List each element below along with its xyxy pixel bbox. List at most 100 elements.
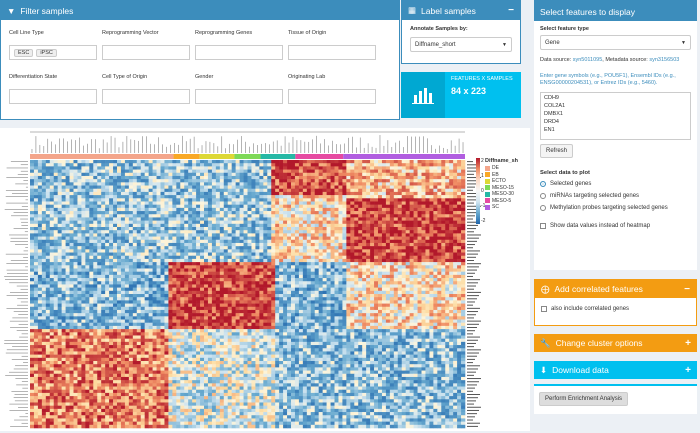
filter-fields: Cell Line Type ESCiPSC Reprogramming Vecto… [1, 20, 399, 120]
filter-field: Originating Lab [288, 74, 376, 104]
filter-field: Gender [195, 74, 283, 104]
correlated-features-header[interactable]: ⨁ Add correlated features − [535, 280, 696, 298]
annotation-segment [234, 154, 260, 159]
legend-swatch [485, 192, 490, 197]
filter-field-input[interactable] [288, 89, 376, 104]
radio-button[interactable] [540, 205, 546, 211]
label-samples-header[interactable]: ▦ Label samples − [402, 1, 520, 20]
filter-field-input[interactable] [288, 45, 376, 60]
filter-samples-title: Filter samples [20, 6, 73, 16]
features-samples-title: FEATURES X SAMPLES [451, 76, 513, 82]
filter-field-label: Cell Line Type [9, 30, 97, 36]
download-data-header[interactable]: ⬇ Download data + [534, 361, 697, 379]
select-features-title: Select features to display [540, 7, 635, 17]
radio-button[interactable] [540, 193, 546, 199]
refresh-button[interactable]: Refresh [540, 144, 573, 158]
cluster-options-title: Change cluster options [556, 338, 643, 348]
plot-option[interactable]: miRNAs targeting selected genes [540, 193, 691, 199]
legend-swatch [485, 185, 490, 190]
show-values-option[interactable]: Show data values instead of heatmap [540, 223, 691, 229]
filter-field-input[interactable] [9, 89, 97, 104]
filter-field: Reprogramming Genes [195, 30, 283, 60]
feature-type-select[interactable]: Gene ▼ [540, 35, 691, 50]
gene-entry: EN1 [544, 127, 687, 135]
checkbox[interactable] [541, 306, 547, 312]
filter-field-input[interactable] [195, 89, 283, 104]
legend-swatch [485, 198, 490, 203]
filter-field-input[interactable] [102, 89, 190, 104]
filter-chip[interactable]: iPSC [36, 49, 57, 57]
filter-field-label: Reprogramming Vector [102, 30, 190, 36]
legend-label: ECTO [492, 178, 506, 184]
filter-field: Tissue of Origin [288, 30, 376, 60]
annotation-segment [261, 154, 296, 159]
checkbox[interactable] [540, 223, 546, 229]
data-source-label: Data source: [540, 57, 571, 63]
gene-entry: COL2A1 [544, 103, 687, 111]
plot-option-label: miRNAs targeting selected genes [550, 193, 639, 199]
label-samples-title: Label samples [421, 6, 476, 16]
funnel-icon: ▼ [7, 6, 15, 16]
filter-field: Differentiation State [9, 74, 97, 104]
label-samples-box: ▦ Label samples − Annotate Samples by: D… [401, 0, 521, 64]
correlated-check-label: also include correlated genes [551, 306, 629, 312]
column-dendrogram [30, 132, 465, 153]
heatmap-svg[interactable] [0, 128, 530, 431]
metadata-link[interactable]: syn3156503 [649, 57, 679, 63]
gene-entry: CDH9 [544, 95, 687, 103]
metadata-label: , Metadata source: [602, 57, 648, 63]
plot-options: Selected genes miRNAs targeting selected … [540, 181, 691, 211]
legend-label: SC [492, 204, 499, 210]
annotate-select[interactable]: Diffname_short ▼ [410, 37, 512, 52]
legend-label: DE [492, 165, 499, 171]
legend-item: MESO-30 [485, 191, 514, 198]
filter-field: Cell Line Type ESCiPSC [9, 30, 97, 60]
filter-field: Cell Type of Origin [102, 74, 190, 104]
cluster-options-header[interactable]: 🔧 Change cluster options + [534, 334, 697, 352]
filter-field-input[interactable] [102, 45, 190, 60]
gene-entry: DRD4 [544, 119, 687, 127]
annotation-segment [295, 154, 343, 159]
filter-samples-header[interactable]: ▼ Filter samples [1, 1, 399, 20]
correlated-features-title: Add correlated features [555, 284, 643, 294]
expand-cluster-button[interactable]: + [685, 338, 691, 349]
gene-input-hint: Enter gene symbols (e.g., POU5F1), Ensem… [540, 73, 691, 88]
scale-tick-label: 2 [481, 158, 484, 164]
scale-tick-label: 0 [481, 188, 484, 194]
collapse-correlated-button[interactable]: − [684, 284, 690, 295]
correlated-option[interactable]: also include correlated genes [535, 298, 696, 320]
enrichment-area: Perform Enrichment Analysis [534, 384, 697, 414]
feature-type-label: Select feature type [540, 26, 691, 32]
radio-button[interactable] [540, 181, 546, 187]
legend-label: EB [492, 172, 499, 178]
plus-circle-icon: ⨁ [541, 284, 550, 295]
filter-chip[interactable]: ESC [14, 49, 33, 57]
collapse-label-samples-button[interactable]: − [508, 5, 514, 16]
plot-option[interactable]: Selected genes [540, 181, 691, 187]
plot-option[interactable]: Methylation probes targeting selected ge… [540, 205, 691, 211]
features-samples-value: 84 x 223 [451, 86, 513, 96]
select-features-box: Select features to display Select featur… [534, 0, 697, 270]
data-source-link[interactable]: syn5011095 [573, 57, 603, 63]
expand-download-button[interactable]: + [685, 365, 691, 376]
filter-field-input[interactable] [195, 45, 283, 60]
filter-field-input[interactable]: ESCiPSC [9, 45, 97, 60]
gene-textarea[interactable]: CDH9COL2A1DMBX1DRD4EN1 [540, 92, 691, 140]
legend-items: DEEBECTOMESO-15MESO-30MESO-5SC [485, 165, 514, 211]
row-dendrogram [4, 162, 28, 427]
filter-field-label: Differentiation State [9, 74, 97, 80]
annotation-segment [343, 154, 465, 159]
scale-tick-label: -2 [481, 218, 485, 224]
table-icon: ▦ [408, 5, 416, 16]
caret-down-icon: ▼ [681, 40, 686, 46]
color-scale-bar [476, 158, 480, 224]
legend-label: MESO-5 [492, 198, 511, 204]
legend-label: MESO-15 [492, 185, 514, 191]
feature-type-value: Gene [545, 40, 560, 46]
scale-tick-label: 1 [481, 173, 484, 179]
bar-chart-icon-area [401, 72, 445, 118]
legend-item: MESO-15 [485, 185, 514, 192]
filter-field-label: Gender [195, 74, 283, 80]
annotation-segment [30, 154, 174, 159]
enrichment-button[interactable]: Perform Enrichment Analysis [539, 392, 628, 406]
